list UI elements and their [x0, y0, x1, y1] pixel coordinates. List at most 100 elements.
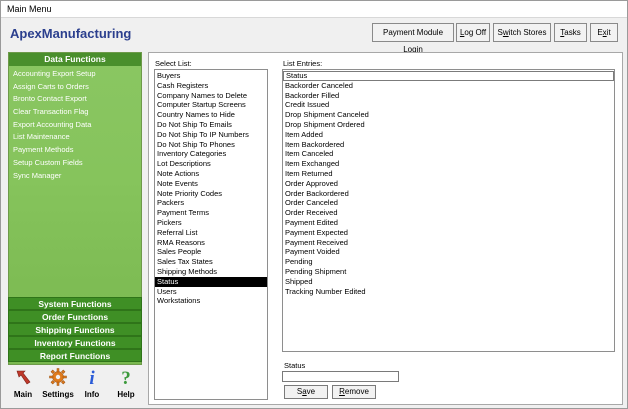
- report-functions-bar[interactable]: Report Functions: [8, 349, 142, 362]
- list-item[interactable]: Pickers: [155, 218, 267, 228]
- select-list-box[interactable]: Buyers Cash Registers Company Names to D…: [154, 69, 268, 400]
- main-arrow-icon: [16, 370, 31, 385]
- list-maintenance-panel: Select List: Buyers Cash Registers Compa…: [148, 52, 623, 405]
- help-label: Help: [117, 390, 135, 399]
- button-label: it: [606, 28, 611, 37]
- sidebar-item-export-accounting-data[interactable]: Export Accounting Data: [9, 119, 141, 132]
- list-item-selected[interactable]: Status: [155, 276, 267, 287]
- list-item[interactable]: Country Names to Hide: [155, 110, 267, 120]
- shipping-functions-bar[interactable]: Shipping Functions: [8, 323, 142, 336]
- list-entries-label: List Entries:: [283, 59, 323, 68]
- list-entry[interactable]: Payment Expected: [283, 228, 614, 238]
- info-icon: i: [89, 368, 95, 387]
- list-entries-box[interactable]: Status Backorder Canceled Backorder Fill…: [282, 69, 615, 352]
- payment-module-login-button[interactable]: Payment Module Login: [372, 23, 454, 54]
- status-field-label: Status: [284, 361, 306, 370]
- main-window: Main Menu ApexManufacturing Payment Modu…: [0, 0, 628, 409]
- sidebar-item-sync-manager[interactable]: Sync Manager: [9, 170, 141, 183]
- list-item[interactable]: Lot Descriptions: [155, 159, 267, 169]
- list-entry[interactable]: Order Approved: [283, 179, 614, 189]
- list-entry[interactable]: Payment Edited: [283, 218, 614, 228]
- log-off-button[interactable]: Log Off: [456, 23, 490, 42]
- app-name: ApexManufacturing: [10, 26, 132, 41]
- list-entry[interactable]: Order Backordered: [283, 189, 614, 199]
- list-entry[interactable]: Pending: [283, 257, 614, 267]
- list-entry[interactable]: Payment Received: [283, 238, 614, 248]
- system-functions-bar[interactable]: System Functions: [8, 297, 142, 310]
- list-item[interactable]: RMA Reasons: [155, 238, 267, 248]
- save-button[interactable]: Save: [284, 385, 328, 399]
- list-item[interactable]: Company Names to Delete: [155, 91, 267, 101]
- list-item[interactable]: Note Events: [155, 179, 267, 189]
- svg-text:i: i: [89, 368, 95, 387]
- button-label: asks: [564, 28, 581, 37]
- list-entry[interactable]: Backorder Filled: [283, 91, 614, 101]
- info-button[interactable]: i Info: [75, 367, 109, 399]
- list-item[interactable]: Note Actions: [155, 169, 267, 179]
- sidebar-item-accounting-export-setup[interactable]: Accounting Export Setup: [9, 68, 141, 81]
- gear-icon: [49, 368, 67, 386]
- sidebar-item-payment-methods[interactable]: Payment Methods: [9, 144, 141, 157]
- help-button[interactable]: ? Help: [109, 367, 143, 399]
- inventory-functions-bar[interactable]: Inventory Functions: [8, 336, 142, 349]
- sidebar-item-clear-transaction-flag[interactable]: Clear Transaction Flag: [9, 106, 141, 119]
- switch-stores-button[interactable]: Switch Stores: [493, 23, 551, 42]
- bottom-icon-bar: Main Settings i Info ? Help: [1, 367, 146, 407]
- sidebar-item-list-maintenance[interactable]: List Maintenance: [9, 131, 141, 144]
- button-label: og Off: [464, 28, 487, 37]
- settings-label: Settings: [42, 390, 74, 399]
- list-entry[interactable]: Payment Voided: [283, 247, 614, 257]
- button-label: Payment Module Login: [382, 28, 444, 54]
- list-entry[interactable]: Credit Issued: [283, 100, 614, 110]
- tasks-button[interactable]: Tasks: [554, 23, 587, 42]
- list-item[interactable]: Sales People: [155, 247, 267, 257]
- list-item[interactable]: Payment Terms: [155, 208, 267, 218]
- data-functions-header[interactable]: Data Functions: [9, 53, 141, 66]
- list-entry[interactable]: Tracking Number Edited: [283, 287, 614, 297]
- button-label: itch Stores: [508, 28, 547, 37]
- list-item[interactable]: Note Priority Codes: [155, 189, 267, 199]
- list-entry-highlighted[interactable]: Status: [283, 71, 614, 81]
- select-list-label: Select List:: [155, 59, 192, 68]
- sidebar-item-assign-carts[interactable]: Assign Carts to Orders: [9, 81, 141, 94]
- list-item[interactable]: Cash Registers: [155, 81, 267, 91]
- help-icon: ?: [121, 368, 131, 387]
- list-item[interactable]: Sales Tax States: [155, 257, 267, 267]
- list-item[interactable]: Referral List: [155, 228, 267, 238]
- status-field-input[interactable]: [282, 371, 399, 382]
- list-entry[interactable]: Item Added: [283, 130, 614, 140]
- list-entry[interactable]: Order Canceled: [283, 198, 614, 208]
- list-item[interactable]: Do Not Ship To IP Numbers: [155, 130, 267, 140]
- list-item[interactable]: Users: [155, 287, 267, 297]
- list-entry[interactable]: Item Exchanged: [283, 159, 614, 169]
- list-entry[interactable]: Item Canceled: [283, 149, 614, 159]
- list-item[interactable]: Workstations: [155, 296, 267, 306]
- list-entry[interactable]: Order Received: [283, 208, 614, 218]
- list-item[interactable]: Shipping Methods: [155, 267, 267, 277]
- list-entry[interactable]: Backorder Canceled: [283, 81, 614, 91]
- list-item[interactable]: Computer Startup Screens: [155, 100, 267, 110]
- button-label: ve: [306, 387, 316, 396]
- list-entry[interactable]: Item Backordered: [283, 140, 614, 150]
- main-button[interactable]: Main: [6, 367, 40, 399]
- list-item[interactable]: Inventory Categories: [155, 149, 267, 159]
- list-entry[interactable]: Item Returned: [283, 169, 614, 179]
- info-label: Info: [84, 390, 100, 399]
- list-item[interactable]: Do Not Ship To Phones: [155, 140, 267, 150]
- list-entry[interactable]: Drop Shipment Ordered: [283, 120, 614, 130]
- list-entry[interactable]: Drop Shipment Canceled: [283, 110, 614, 120]
- list-entry[interactable]: Pending Shipment: [283, 267, 614, 277]
- remove-button[interactable]: Remove: [332, 385, 376, 399]
- svg-text:?: ?: [121, 368, 131, 387]
- button-label: emove: [344, 387, 369, 396]
- list-item[interactable]: Do Not Ship To Emails: [155, 120, 267, 130]
- list-entry[interactable]: Shipped: [283, 277, 614, 287]
- window-title: Main Menu: [1, 1, 627, 18]
- settings-button[interactable]: Settings: [41, 367, 75, 399]
- exit-button[interactable]: Exit: [590, 23, 618, 42]
- sidebar-item-bronto-export[interactable]: Bronto Contact Export: [9, 93, 141, 106]
- list-item[interactable]: Packers: [155, 198, 267, 208]
- order-functions-bar[interactable]: Order Functions: [8, 310, 142, 323]
- sidebar-item-setup-custom-fields[interactable]: Setup Custom Fields: [9, 157, 141, 170]
- list-item[interactable]: Buyers: [155, 71, 267, 81]
